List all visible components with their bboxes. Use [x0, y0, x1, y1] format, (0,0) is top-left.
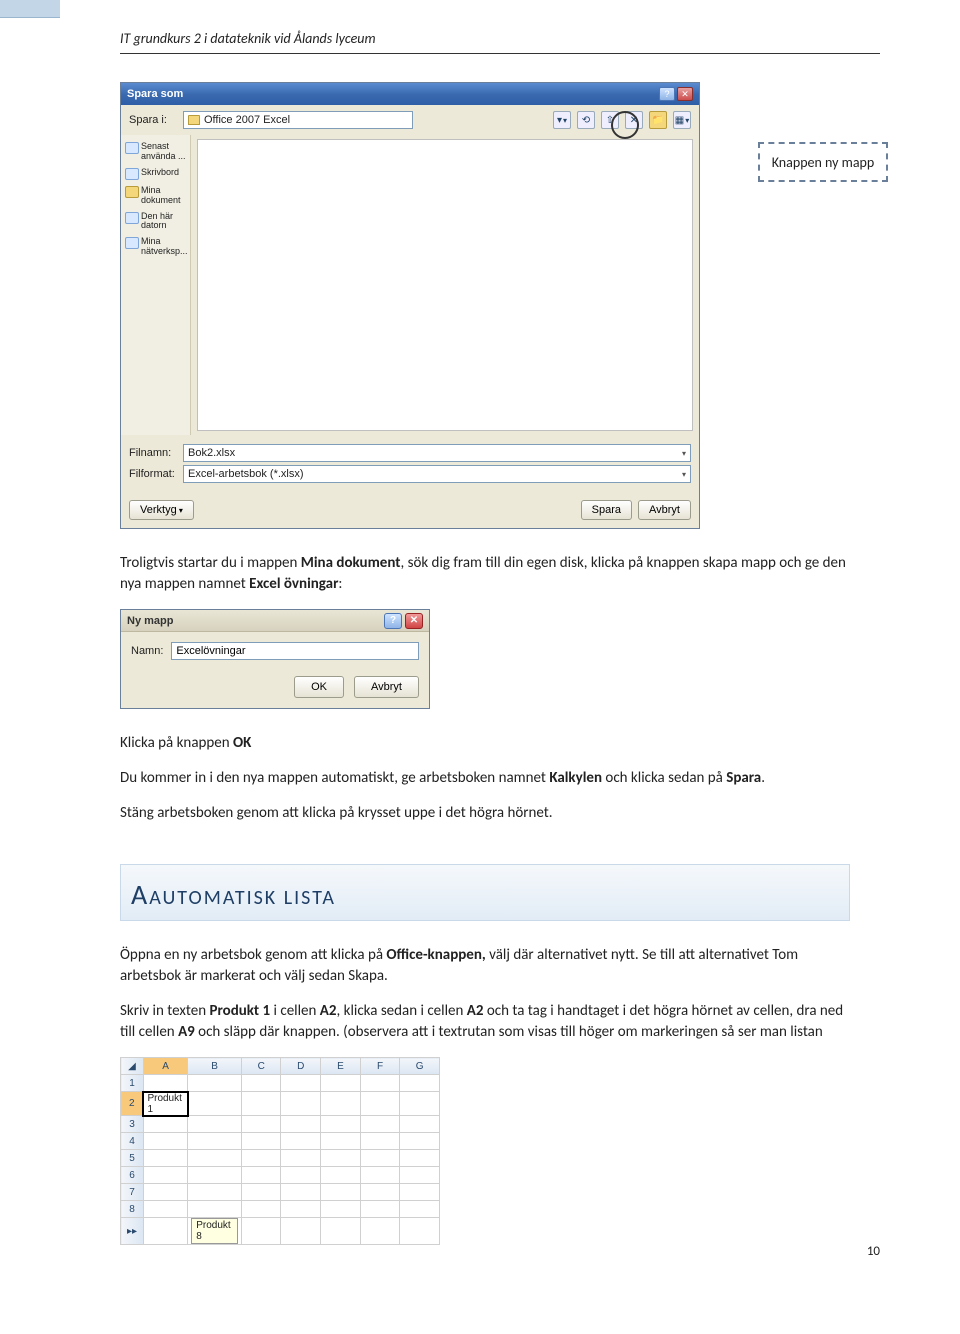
page-number: 10: [867, 1244, 880, 1259]
cancel-button[interactable]: Avbryt: [638, 500, 691, 520]
views-icon[interactable]: ▦: [673, 111, 691, 129]
place-desktop[interactable]: Skrivbord: [123, 165, 188, 183]
place-recent[interactable]: Senast använda ...: [123, 139, 188, 165]
row-scroll[interactable]: ▸▸: [121, 1218, 144, 1245]
col-header[interactable]: F: [360, 1058, 400, 1075]
save-as-dialog: Spara som ? ✕ Spara i: Office 2007 Excel…: [120, 82, 700, 529]
save-in-combo[interactable]: Office 2007 Excel: [183, 111, 413, 129]
row-header[interactable]: 4: [121, 1133, 144, 1150]
nymapp-name-label: Namn:: [131, 645, 163, 657]
dialog-title: Spara som: [127, 88, 183, 100]
col-header[interactable]: A: [143, 1058, 187, 1075]
fileformat-label: Filformat:: [129, 468, 177, 480]
close-icon[interactable]: ✕: [677, 87, 693, 101]
place-network[interactable]: Mina nätverksp...: [123, 234, 188, 260]
col-header[interactable]: C: [241, 1058, 281, 1075]
filename-input[interactable]: Bok2.xlsx▾: [183, 444, 691, 462]
drag-tooltip: Produkt 8: [191, 1218, 238, 1244]
select-all-cell[interactable]: ◢: [121, 1058, 144, 1075]
new-folder-icon[interactable]: 📁: [649, 111, 667, 129]
row-header[interactable]: 6: [121, 1167, 144, 1184]
place-computer[interactable]: Den här datorn: [123, 209, 188, 235]
tools-button[interactable]: Verktyg: [129, 500, 194, 520]
dropdown-icon[interactable]: ▾: [553, 111, 571, 129]
nymapp-titlebar[interactable]: Ny mapp ? ✕: [121, 610, 429, 632]
paragraph-5: Öppna en ny arbetsbok genom att klicka p…: [120, 945, 850, 987]
row-header[interactable]: 7: [121, 1184, 144, 1201]
back-icon[interactable]: ⟲: [577, 111, 595, 129]
row-header[interactable]: 5: [121, 1150, 144, 1167]
up-icon[interactable]: ⇧: [601, 111, 619, 129]
place-mydocs[interactable]: Mina dokument: [123, 183, 188, 209]
save-in-value: Office 2007 Excel: [204, 114, 290, 126]
paragraph-6: Skriv in texten Produkt 1 i cellen A2, k…: [120, 1001, 850, 1043]
save-button[interactable]: Spara: [581, 500, 632, 520]
nymapp-title: Ny mapp: [127, 615, 173, 627]
new-folder-dialog: Ny mapp ? ✕ Namn: OK Avbryt: [120, 609, 430, 709]
row-header[interactable]: 2: [121, 1092, 144, 1116]
cancel-button[interactable]: Avbryt: [354, 676, 419, 698]
callout-box: Knappen ny mapp: [758, 142, 888, 182]
paragraph-4: Stäng arbetsboken genom att klicka på kr…: [120, 803, 850, 824]
filename-label: Filnamn:: [129, 447, 177, 459]
close-icon[interactable]: ✕: [405, 613, 423, 629]
save-in-label: Spara i:: [129, 114, 175, 126]
fileformat-input[interactable]: Excel-arbetsbok (*.xlsx)▾: [183, 465, 691, 483]
delete-icon[interactable]: ✕: [625, 111, 643, 129]
col-header[interactable]: B: [188, 1058, 242, 1075]
section-heading: AAutomatisk lista: [120, 864, 850, 921]
col-header[interactable]: D: [281, 1058, 321, 1075]
folder-icon: [188, 115, 200, 125]
help-icon[interactable]: ?: [659, 87, 675, 101]
ok-button[interactable]: OK: [294, 676, 344, 698]
page-tab-accent: [0, 0, 60, 18]
page-header: IT grundkurs 2 i datateknik vid Ålands l…: [120, 30, 880, 54]
col-header[interactable]: G: [400, 1058, 440, 1075]
row-header[interactable]: 8: [121, 1201, 144, 1218]
paragraph-2: Klicka på knappen OK: [120, 733, 850, 754]
nymapp-name-input[interactable]: [171, 642, 419, 660]
cell-a2[interactable]: Produkt 1: [143, 1092, 187, 1116]
help-icon[interactable]: ?: [384, 613, 402, 629]
paragraph-3: Du kommer in i den nya mappen automatisk…: [120, 768, 850, 789]
file-list-area[interactable]: [197, 139, 693, 431]
row-header[interactable]: 1: [121, 1075, 144, 1092]
paragraph-1: Troligtvis startar du i mappen Mina doku…: [120, 553, 850, 595]
excel-snippet: ◢ A B C D E F G 1 2Produkt 1 3 4 5 6 7 8…: [120, 1057, 440, 1245]
col-header[interactable]: E: [321, 1058, 361, 1075]
row-header[interactable]: 3: [121, 1116, 144, 1133]
places-bar: Senast använda ... Skrivbord Mina dokume…: [121, 135, 191, 435]
dialog-titlebar[interactable]: Spara som ? ✕: [121, 83, 699, 105]
